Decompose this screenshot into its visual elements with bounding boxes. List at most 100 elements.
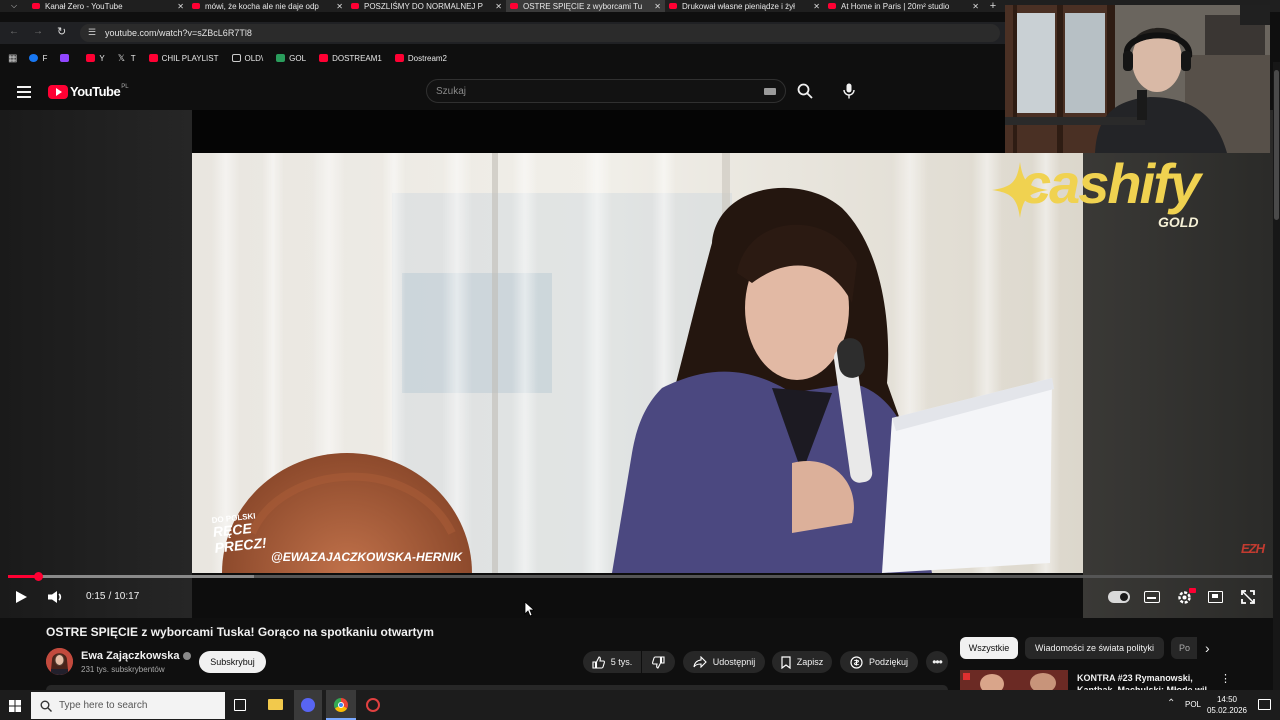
- channel-name[interactable]: Ewa Zajączkowska: [81, 650, 192, 662]
- share-button[interactable]: Udostępnij: [683, 651, 765, 673]
- next-video-menu-icon[interactable]: ⋮: [1220, 672, 1231, 685]
- bookmark-item[interactable]: GOL: [276, 54, 306, 63]
- discord-taskbar-icon[interactable]: [294, 690, 322, 720]
- forward-icon[interactable]: →: [33, 26, 43, 37]
- player-controls: 0:15 / 10:17: [0, 582, 1280, 612]
- fullscreen-icon: [1241, 590, 1255, 604]
- start-button[interactable]: [9, 699, 21, 712]
- next-video-thumbnail[interactable]: [960, 670, 1068, 690]
- bookmark-item[interactable]: CHIL PLAYLIST: [148, 54, 219, 63]
- channel-avatar[interactable]: [46, 648, 73, 675]
- bookmark-item[interactable]: DOSTREAM1: [319, 54, 382, 63]
- page-scrollbar[interactable]: [1273, 62, 1280, 690]
- bookmark-item[interactable]: F: [29, 54, 47, 63]
- taskbar-search-input[interactable]: Type here to search: [31, 692, 225, 719]
- volume-button[interactable]: [47, 590, 65, 604]
- bookmark-item[interactable]: [60, 54, 73, 62]
- thumbs-up-icon: [592, 655, 605, 669]
- next-video-title[interactable]: KONTRA #23 Rymanowski, Kantbak, Machulsk…: [1077, 672, 1217, 690]
- scrollbar-thumb[interactable]: [1274, 70, 1279, 220]
- youtube-icon: [86, 54, 96, 62]
- browser-tab[interactable]: mówi, że kocha ale nie daje odp ✕: [188, 0, 347, 12]
- youtube-play-logo-icon: [48, 84, 68, 99]
- voice-search-button[interactable]: [836, 79, 862, 103]
- menu-icon[interactable]: [17, 86, 31, 98]
- thumbs-down-icon: [652, 655, 665, 669]
- bookmark-item[interactable]: Dostream2: [394, 54, 447, 63]
- more-horizontal-icon: •••: [932, 655, 943, 669]
- browser-tab[interactable]: At Home in Paris | 20m² studio ✕: [824, 0, 983, 12]
- site-info-icon[interactable]: ☰: [88, 27, 96, 38]
- bookmark-folder[interactable]: OLD\: [231, 54, 263, 63]
- clock-time: 14:50: [1216, 695, 1238, 704]
- more-actions-button[interactable]: •••: [926, 651, 948, 673]
- video-frame[interactable]: DO POLSKI RĘCE PRECZ! @EWAZAJACZKOWSKA-H…: [192, 153, 1083, 573]
- chrome-taskbar-icon[interactable]: [326, 690, 356, 720]
- chip-all[interactable]: Wszystkie: [960, 637, 1018, 659]
- progress-bar[interactable]: [8, 572, 1272, 581]
- reload-icon[interactable]: ↻: [57, 25, 66, 38]
- progress-scrubber[interactable]: [33, 572, 43, 581]
- chip-politics[interactable]: Wiadomości ze świata polityki: [1025, 637, 1164, 659]
- task-view-button[interactable]: [234, 699, 246, 711]
- close-icon[interactable]: ✕: [495, 2, 502, 11]
- taskbar-clock[interactable]: 14:50 05.02.2026: [1206, 694, 1248, 716]
- mouse-cursor: [524, 601, 536, 617]
- close-icon[interactable]: ✕: [654, 2, 661, 11]
- youtube-icon: [148, 54, 158, 62]
- subtitles-button[interactable]: [1144, 591, 1160, 603]
- like-button[interactable]: 5 tys.: [583, 651, 641, 673]
- dislike-button[interactable]: [642, 651, 675, 673]
- subscribe-button[interactable]: Subskrybuj: [199, 651, 266, 673]
- language-indicator[interactable]: POL: [1185, 700, 1201, 709]
- close-icon[interactable]: ✕: [972, 2, 979, 11]
- verified-icon: [183, 652, 192, 660]
- chips-next-button[interactable]: ›: [1205, 640, 1210, 656]
- thumbnail-badge: [963, 673, 970, 680]
- close-icon[interactable]: ✕: [177, 2, 184, 11]
- time-current: 0:15: [86, 591, 106, 602]
- time-display: 0:15 / 10:17: [86, 591, 139, 602]
- bookmark-item[interactable]: Y: [86, 54, 105, 63]
- address-bar[interactable]: ☰ youtube.com/watch?v=sZBcL6R7Tl8: [80, 24, 1000, 42]
- settings-button[interactable]: [1176, 588, 1196, 606]
- file-explorer-icon[interactable]: [268, 699, 283, 710]
- browser-tab[interactable]: Drukował własne pieniądze i żył ✕: [665, 0, 824, 12]
- video-title: OSTRE SPIĘCIE z wyborcami Tuska! Gorąco …: [46, 625, 434, 639]
- apps-grid-icon[interactable]: ▦: [8, 53, 17, 64]
- save-button[interactable]: Zapisz: [772, 651, 832, 673]
- browser-tab-active[interactable]: OSTRE SPIĘCIE z wyborcami Tu ✕: [506, 0, 665, 12]
- bookmark-item[interactable]: 𝕏T: [118, 54, 136, 63]
- thumbnail-image: [1030, 673, 1056, 690]
- browser-tab[interactable]: POSZLIŚMY DO NORMALNEJ P ✕: [347, 0, 506, 12]
- time-total: 10:17: [114, 591, 140, 602]
- autoplay-toggle[interactable]: [1108, 591, 1130, 603]
- close-icon[interactable]: ✕: [336, 2, 343, 11]
- thanks-button[interactable]: Podziękuj: [840, 651, 918, 673]
- webcam-image: [1005, 5, 1270, 153]
- twitch-icon: [60, 54, 70, 62]
- volume-icon: [48, 591, 62, 603]
- search-icon: [797, 83, 813, 99]
- show-hidden-icons[interactable]: ⌃: [1167, 698, 1175, 709]
- browser-tab[interactable]: Kanał Zero - YouTube ✕: [28, 0, 188, 12]
- fullscreen-button[interactable]: [1241, 590, 1255, 604]
- chip-partial[interactable]: Po: [1171, 637, 1197, 659]
- search-input[interactable]: Szukaj: [426, 79, 786, 103]
- play-button[interactable]: [14, 590, 28, 604]
- tab-search-dropdown[interactable]: ⌵: [0, 0, 28, 12]
- miniplayer-button[interactable]: [1208, 591, 1223, 603]
- youtube-logo[interactable]: YouTube PL: [48, 84, 129, 99]
- app-taskbar-icon[interactable]: [366, 698, 380, 712]
- search-button[interactable]: [788, 79, 822, 103]
- watermark-logo: EZH: [1241, 541, 1265, 556]
- close-icon[interactable]: ✕: [813, 2, 820, 11]
- gol-icon: [276, 54, 286, 62]
- notification-icon[interactable]: [1258, 699, 1271, 710]
- keyboard-icon[interactable]: [764, 88, 776, 95]
- progress-buffered: [8, 575, 255, 578]
- youtube-favicon-icon: [669, 3, 677, 9]
- share-icon: [693, 656, 707, 668]
- new-tab-button[interactable]: +: [983, 0, 1003, 12]
- back-icon[interactable]: ←: [9, 26, 19, 37]
